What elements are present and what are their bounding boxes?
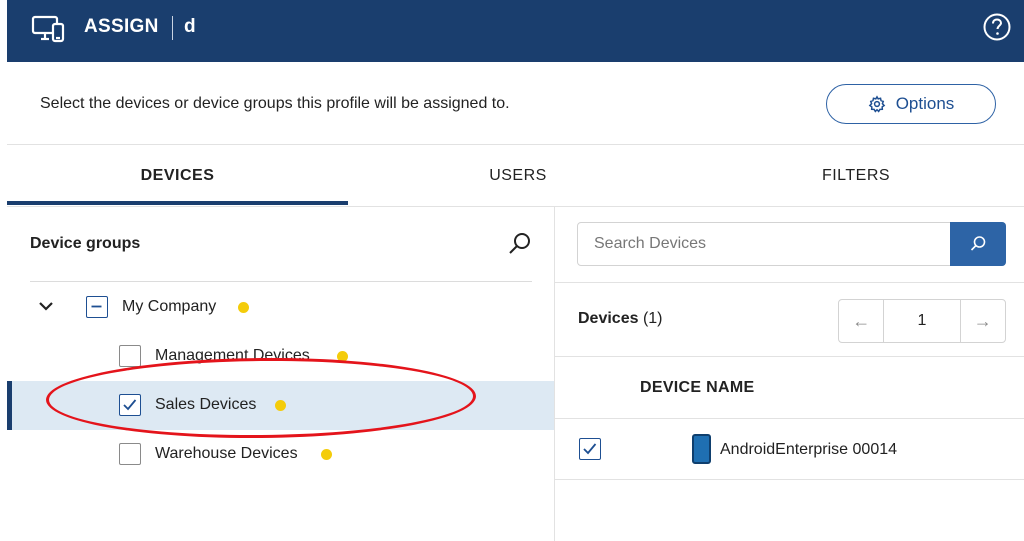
tree-item-label: Management Devices bbox=[155, 347, 310, 364]
checkbox-indeterminate[interactable] bbox=[86, 296, 108, 318]
options-button[interactable]: Options bbox=[826, 84, 996, 124]
column-header-device-name[interactable]: DEVICE NAME bbox=[640, 379, 754, 397]
app-header: ASSIGN d bbox=[7, 0, 1024, 62]
divider bbox=[555, 356, 1024, 357]
device-groups-panel: Device groups My Company Management Devi… bbox=[7, 207, 554, 541]
arrow-left-icon: ← bbox=[852, 310, 871, 331]
chevron-down-icon[interactable] bbox=[38, 298, 54, 314]
tab-devices-label: DEVICES bbox=[140, 167, 215, 184]
device-name: AndroidEnterprise 00014 bbox=[720, 441, 898, 458]
tab-bar: DEVICES USERS FILTERS bbox=[7, 145, 1024, 207]
devices-heading: Devices (1) bbox=[578, 310, 663, 328]
status-dot bbox=[238, 302, 249, 313]
checkbox-unchecked[interactable] bbox=[119, 443, 141, 465]
search-icon bbox=[970, 236, 986, 251]
gear-icon bbox=[868, 95, 885, 113]
pane-divider bbox=[554, 207, 555, 541]
active-tab-indicator bbox=[7, 201, 348, 205]
tree-item-sales-devices[interactable]: Sales Devices bbox=[7, 381, 554, 430]
arrow-right-icon: → bbox=[973, 310, 992, 331]
divider bbox=[30, 281, 532, 282]
monitor-phone-icon bbox=[31, 15, 65, 43]
page-number[interactable]: 1 bbox=[883, 300, 961, 342]
devices-count: (1) bbox=[642, 310, 663, 327]
divider bbox=[555, 479, 1024, 480]
tab-users-label: USERS bbox=[489, 167, 547, 184]
app-title: ASSIGN bbox=[84, 16, 159, 37]
search-button[interactable] bbox=[950, 222, 1006, 266]
tab-users[interactable]: USERS bbox=[348, 145, 688, 207]
tree-item-label: Sales Devices bbox=[155, 396, 257, 413]
tab-filters[interactable]: FILTERS bbox=[688, 145, 1024, 207]
tree-item-management-devices[interactable]: Management Devices bbox=[7, 332, 554, 381]
tab-filters-label: FILTERS bbox=[821, 167, 891, 184]
status-dot bbox=[321, 449, 332, 460]
help-circle-icon[interactable] bbox=[982, 12, 1012, 42]
tree-item-label: Warehouse Devices bbox=[155, 445, 298, 462]
search-devices-input[interactable] bbox=[578, 223, 950, 265]
minus-icon bbox=[91, 305, 102, 308]
prev-page-button[interactable]: ← bbox=[839, 300, 883, 342]
next-page-button[interactable]: → bbox=[961, 300, 1005, 342]
tree-item-label: My Company bbox=[122, 298, 217, 315]
checkmark-icon bbox=[583, 443, 597, 455]
intro-text: Select the devices or device groups this… bbox=[40, 95, 510, 112]
status-dot bbox=[337, 351, 348, 362]
checkbox-checked[interactable] bbox=[119, 394, 141, 416]
checkbox-checked[interactable] bbox=[579, 438, 601, 460]
pagination: ← 1 → bbox=[838, 299, 1006, 343]
profile-name: d bbox=[184, 16, 196, 37]
tree-item-my-company[interactable]: My Company bbox=[7, 283, 554, 332]
devices-title: Devices bbox=[578, 310, 639, 327]
divider bbox=[555, 418, 1024, 419]
header-separator bbox=[172, 16, 173, 40]
checkmark-icon bbox=[123, 399, 137, 411]
device-groups-title: Device groups bbox=[30, 235, 141, 252]
options-label: Options bbox=[895, 94, 955, 113]
search-icon[interactable] bbox=[507, 231, 533, 257]
tree-item-warehouse-devices[interactable]: Warehouse Devices bbox=[7, 430, 554, 479]
divider bbox=[555, 282, 1024, 283]
phone-icon bbox=[692, 434, 711, 464]
search-devices-box bbox=[577, 222, 1006, 266]
status-dot bbox=[275, 400, 286, 411]
checkbox-unchecked[interactable] bbox=[119, 345, 141, 367]
tab-devices[interactable]: DEVICES bbox=[7, 145, 348, 207]
